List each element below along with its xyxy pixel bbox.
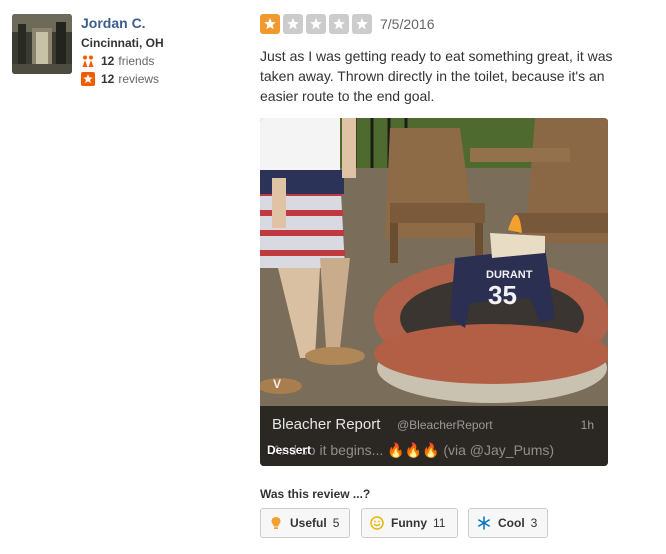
- reviews-label: reviews: [118, 72, 160, 86]
- useful-label: Useful: [290, 516, 327, 530]
- tweet-author: Bleacher Report: [272, 416, 381, 433]
- tweet-text: And so it begins... 🔥🔥🔥 (via @Jay_Pums): [272, 442, 555, 458]
- friends-label: friends: [118, 54, 155, 68]
- feedback-question: Was this review ...?: [260, 487, 371, 501]
- tweet-overlay: Bleacher Report @BleacherReport 1h And s…: [260, 406, 608, 466]
- useful-count: 5: [332, 516, 340, 530]
- reviews-count-value: 12: [101, 72, 115, 86]
- star-rating: 7/5/2016: [260, 14, 435, 34]
- star-empty-icon: [352, 14, 372, 34]
- star-empty-icon: [283, 14, 303, 34]
- cool-label: Cool: [498, 516, 525, 530]
- stars: [260, 14, 375, 34]
- funny-button[interactable]: Funny 11: [361, 508, 458, 538]
- tweet-handle: @BleacherReport: [397, 418, 493, 432]
- photo-caption: Dessert: [267, 443, 312, 457]
- vine-logo: V: [273, 377, 282, 391]
- avatar[interactable]: [12, 14, 72, 74]
- lightbulb-icon: [269, 516, 283, 530]
- tweet-time: 1h: [580, 418, 594, 432]
- cool-count: 3: [530, 516, 538, 530]
- star-filled-icon: [260, 14, 280, 34]
- snowflake-icon: [477, 516, 491, 530]
- review-text: Just as I was getting ready to eat somet…: [260, 48, 613, 104]
- review-photo[interactable]: DURANT 35 V Bleacher Report @BleacherRep…: [260, 118, 608, 466]
- reviews-count: 12 reviews: [81, 72, 159, 86]
- user-location: Cincinnati, OH: [81, 36, 164, 50]
- friends-count-value: 12: [101, 54, 115, 68]
- funny-label: Funny: [391, 516, 427, 530]
- friends-icon: [81, 54, 95, 68]
- star-badge-icon: [81, 72, 95, 86]
- star-empty-icon: [329, 14, 349, 34]
- user-card: Jordan C. Cincinnati, OH 12 friends 12 r…: [12, 14, 242, 86]
- review-date: 7/5/2016: [380, 16, 435, 32]
- funny-count: 11: [433, 516, 446, 530]
- useful-button[interactable]: Useful 5: [260, 508, 350, 538]
- cool-button[interactable]: Cool 3: [468, 508, 548, 538]
- jersey-number-text: 35: [488, 280, 517, 310]
- friends-count: 12 friends: [81, 54, 154, 68]
- star-empty-icon: [306, 14, 326, 34]
- smiley-icon: [370, 516, 384, 530]
- user-name[interactable]: Jordan C.: [81, 15, 146, 31]
